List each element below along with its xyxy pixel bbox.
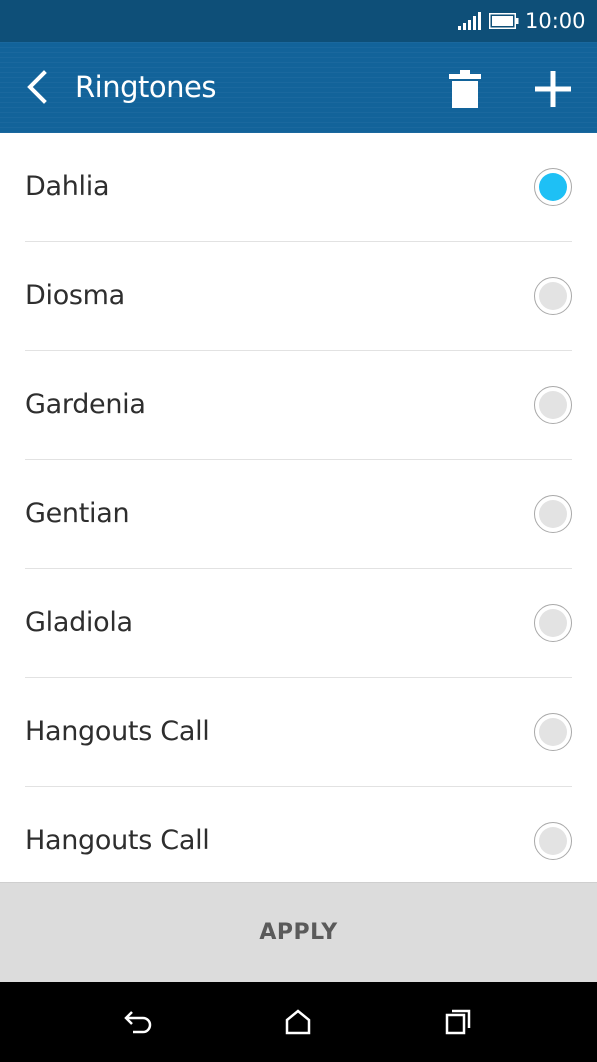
signal-icon xyxy=(458,12,481,30)
list-item-hangouts-call[interactable]: Hangouts Call xyxy=(25,678,572,787)
radio-button[interactable] xyxy=(534,822,572,860)
ringtone-label: Diosma xyxy=(25,280,125,311)
list-item-dahlia[interactable]: Dahlia xyxy=(25,133,572,242)
back-button[interactable] xyxy=(14,64,60,110)
status-bar: 10:00 xyxy=(0,0,597,42)
nav-back-button[interactable] xyxy=(117,1000,161,1044)
back-icon xyxy=(124,1011,152,1034)
trash-icon xyxy=(449,70,481,108)
ringtones-screen: 10:00 Ringtones Dahlia Diosma Gardenia G… xyxy=(0,0,597,1062)
ringtone-label: Gladiola xyxy=(25,607,133,638)
apply-label: APPLY xyxy=(259,920,338,945)
ringtone-label: Hangouts Call xyxy=(25,825,210,856)
ringtone-label: Gentian xyxy=(25,498,130,529)
ringtone-label: Gardenia xyxy=(25,389,146,420)
radio-button[interactable] xyxy=(534,168,572,206)
radio-dot xyxy=(539,500,567,528)
radio-dot xyxy=(539,282,567,310)
radio-button[interactable] xyxy=(534,713,572,751)
nav-home-button[interactable] xyxy=(276,1000,320,1044)
nav-recents-button[interactable] xyxy=(436,1000,480,1044)
list-item-gardenia[interactable]: Gardenia xyxy=(25,351,572,460)
list-item-gentian[interactable]: Gentian xyxy=(25,460,572,569)
apply-button[interactable]: APPLY xyxy=(0,882,597,982)
ringtone-label: Hangouts Call xyxy=(25,716,210,747)
radio-button[interactable] xyxy=(534,495,572,533)
battery-icon xyxy=(489,13,519,29)
radio-dot xyxy=(539,718,567,746)
ringtone-label: Dahlia xyxy=(25,171,110,202)
status-time: 10:00 xyxy=(525,9,586,33)
add-ringtone-button[interactable] xyxy=(528,64,578,114)
radio-dot xyxy=(539,391,567,419)
radio-button[interactable] xyxy=(534,604,572,642)
plus-icon xyxy=(535,71,571,107)
radio-button[interactable] xyxy=(534,386,572,424)
radio-button[interactable] xyxy=(534,277,572,315)
list-item-gladiola[interactable]: Gladiola xyxy=(25,569,572,678)
list-item-hangouts-call-2[interactable]: Hangouts Call xyxy=(25,787,572,882)
radio-dot xyxy=(539,609,567,637)
home-icon xyxy=(285,1009,311,1035)
app-bar: Ringtones xyxy=(0,42,597,133)
ringtone-list: Dahlia Diosma Gardenia Gentian Gladiola … xyxy=(0,133,597,882)
navigation-bar xyxy=(0,982,597,1062)
list-item-diosma[interactable]: Diosma xyxy=(25,242,572,351)
delete-button[interactable] xyxy=(440,64,490,114)
radio-dot xyxy=(539,827,567,855)
recents-icon xyxy=(445,1009,471,1035)
page-title: Ringtones xyxy=(75,70,216,104)
radio-selected-dot xyxy=(539,173,567,201)
back-arrow-icon xyxy=(27,70,47,104)
